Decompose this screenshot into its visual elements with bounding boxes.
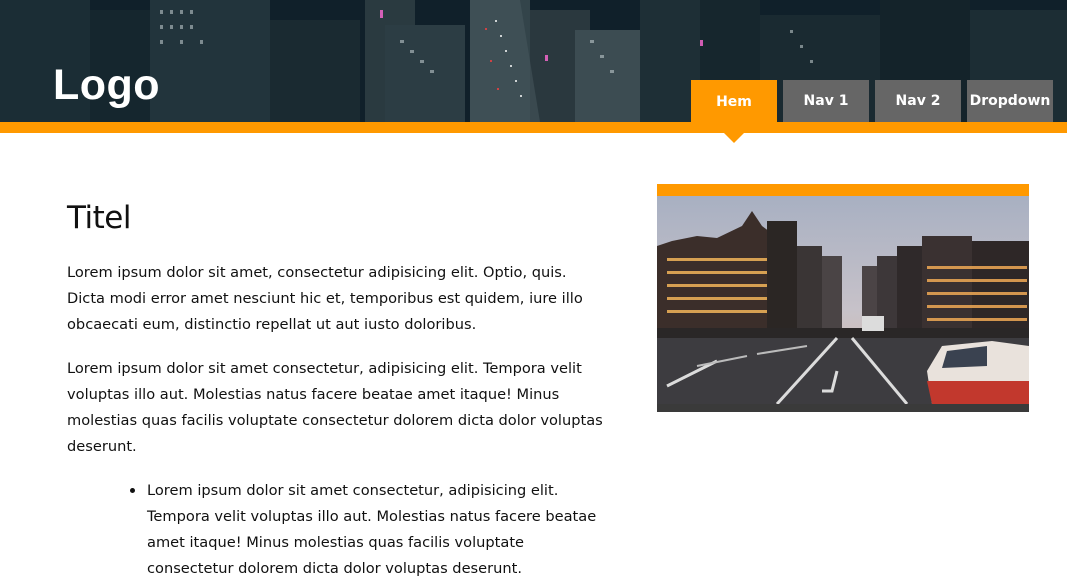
paragraph-1: Lorem ipsum dolor sit amet, consectetur … <box>67 264 583 333</box>
street-photo-image <box>657 196 1029 404</box>
side-image-accent-bar <box>657 184 1029 196</box>
nav-item-nav-1[interactable]: Nav 1 <box>783 80 869 122</box>
header-accent-bar <box>0 122 1067 133</box>
site-logo[interactable]: Logo <box>53 60 160 110</box>
active-nav-indicator <box>724 133 744 143</box>
nav-item-hem[interactable]: Hem <box>691 80 777 133</box>
list-item-text: Lorem ipsum dolor sit amet consectetur, … <box>147 482 597 577</box>
nav-item-nav-2[interactable]: Nav 2 <box>875 80 961 122</box>
page-title: Titel <box>67 200 131 236</box>
paragraph-2: Lorem ipsum dolor sit amet consectetur, … <box>67 360 603 455</box>
bullet-icon <box>130 488 135 493</box>
nav-item-dropdown[interactable]: Dropdown <box>967 80 1053 122</box>
content-list: Lorem ipsum dolor sit amet consectetur, … <box>130 478 597 578</box>
side-image-card <box>657 184 1029 412</box>
list-item: Lorem ipsum dolor sit amet consectetur, … <box>130 478 597 578</box>
